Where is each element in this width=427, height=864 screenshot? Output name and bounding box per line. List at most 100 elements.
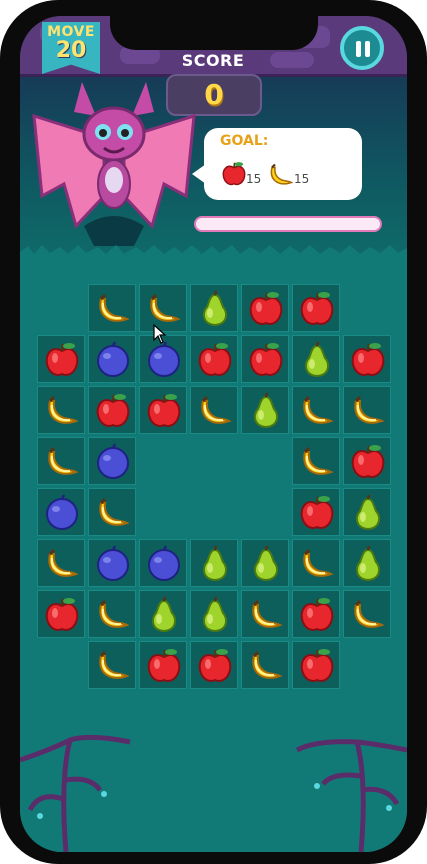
pear-icon	[355, 545, 381, 582]
banana-icon	[150, 293, 181, 322]
pear-icon	[253, 545, 279, 582]
goal-label: GOAL:	[220, 133, 269, 149]
board-tile-pear[interactable]	[343, 539, 391, 587]
score-value: 0	[204, 78, 224, 111]
apple-icon	[96, 394, 130, 427]
apple-icon	[45, 598, 79, 631]
board-tile-pear[interactable]	[343, 488, 391, 536]
board-tile-banana[interactable]	[292, 386, 340, 434]
banana-icon	[99, 497, 130, 526]
plum-icon	[46, 494, 78, 530]
board-tile-apple[interactable]	[88, 386, 136, 434]
board-tile-plum[interactable]	[88, 437, 136, 485]
board-tile-apple[interactable]	[190, 335, 238, 383]
board-tile-apple[interactable]	[139, 386, 187, 434]
board-tile-banana[interactable]	[88, 641, 136, 689]
board-tile-banana[interactable]	[343, 386, 391, 434]
board-tile-apple[interactable]	[292, 641, 340, 689]
banana-icon	[48, 548, 79, 577]
board-tile-plum[interactable]	[37, 488, 85, 536]
banana-icon	[99, 293, 130, 322]
apple-icon	[147, 394, 181, 427]
goal-count-apple: 15	[246, 172, 262, 186]
pear-icon	[202, 596, 228, 633]
bat-mascot	[32, 82, 196, 246]
banana-icon	[252, 599, 283, 628]
banana-icon	[270, 163, 294, 185]
board-tile-pear[interactable]	[139, 590, 187, 638]
board-tile-banana[interactable]	[241, 641, 289, 689]
score-label: SCORE	[181, 51, 245, 70]
board-tile-pear[interactable]	[241, 539, 289, 587]
banana-icon	[303, 446, 334, 475]
board-tile-banana[interactable]	[292, 539, 340, 587]
moves-value: 20	[55, 38, 87, 63]
board-tile-apple[interactable]	[292, 284, 340, 332]
pear-icon	[253, 392, 279, 429]
board-tile-banana[interactable]	[37, 386, 85, 434]
board-tile-plum[interactable]	[88, 335, 136, 383]
plum-icon	[97, 545, 129, 581]
apple-icon	[45, 343, 79, 376]
pause-button[interactable]	[340, 26, 384, 70]
pear-icon	[202, 290, 228, 327]
apple-icon	[300, 292, 334, 325]
board-tile-apple[interactable]	[241, 284, 289, 332]
board-tile-banana[interactable]	[241, 590, 289, 638]
board-tile-apple[interactable]	[139, 641, 187, 689]
goal-item-banana: 15	[266, 160, 336, 190]
banana-icon	[201, 395, 232, 424]
banana-icon	[252, 650, 283, 679]
board-tile-banana[interactable]	[343, 590, 391, 638]
mouse-cursor	[153, 324, 167, 344]
board-tile-apple[interactable]	[37, 335, 85, 383]
goal-progress-bar	[194, 216, 382, 232]
board-tile-banana[interactable]	[88, 284, 136, 332]
plum-icon	[97, 443, 129, 479]
pear-icon	[304, 341, 330, 378]
banana-icon	[99, 599, 130, 628]
board-tile-apple[interactable]	[37, 590, 85, 638]
banana-icon	[48, 446, 79, 475]
apple-icon	[351, 343, 385, 376]
left-tree-decoration	[20, 734, 131, 852]
board-tile-pear[interactable]	[190, 284, 238, 332]
board-tile-banana[interactable]	[88, 488, 136, 536]
board-tile-banana[interactable]	[88, 590, 136, 638]
plum-icon	[148, 341, 180, 377]
apple-icon	[198, 343, 232, 376]
board-tile-pear[interactable]	[190, 590, 238, 638]
right-tree-decoration	[295, 739, 407, 852]
apple-icon	[249, 292, 283, 325]
board-tile-pear[interactable]	[292, 335, 340, 383]
board-tile-banana[interactable]	[37, 539, 85, 587]
board-tile-apple[interactable]	[343, 437, 391, 485]
board-tile-apple[interactable]	[292, 488, 340, 536]
banana-icon	[99, 650, 130, 679]
banana-icon	[354, 599, 385, 628]
board-tile-apple[interactable]	[190, 641, 238, 689]
board-tile-pear[interactable]	[190, 539, 238, 587]
apple-icon	[300, 598, 334, 631]
banana-icon	[48, 395, 79, 424]
apple-icon	[300, 649, 334, 682]
board-tile-banana[interactable]	[37, 437, 85, 485]
pear-icon	[202, 545, 228, 582]
board-tile-apple[interactable]	[343, 335, 391, 383]
pear-icon	[355, 494, 381, 531]
board-tile-apple[interactable]	[241, 335, 289, 383]
board-tile-plum[interactable]	[139, 539, 187, 587]
banana-icon	[354, 395, 385, 424]
apple-icon	[300, 496, 334, 529]
board-tile-banana[interactable]	[292, 437, 340, 485]
apple-icon	[222, 162, 246, 186]
board-tile-apple[interactable]	[292, 590, 340, 638]
plum-icon	[97, 341, 129, 377]
phone-frame: MOVE 20 SCORE 0 GOAL: 15 15	[0, 0, 427, 864]
board-tile-banana[interactable]	[190, 386, 238, 434]
board-tile-pear[interactable]	[241, 386, 289, 434]
goal-count-banana: 15	[294, 172, 310, 186]
device-notch	[110, 16, 318, 50]
banana-icon	[303, 395, 334, 424]
board-tile-plum[interactable]	[88, 539, 136, 587]
